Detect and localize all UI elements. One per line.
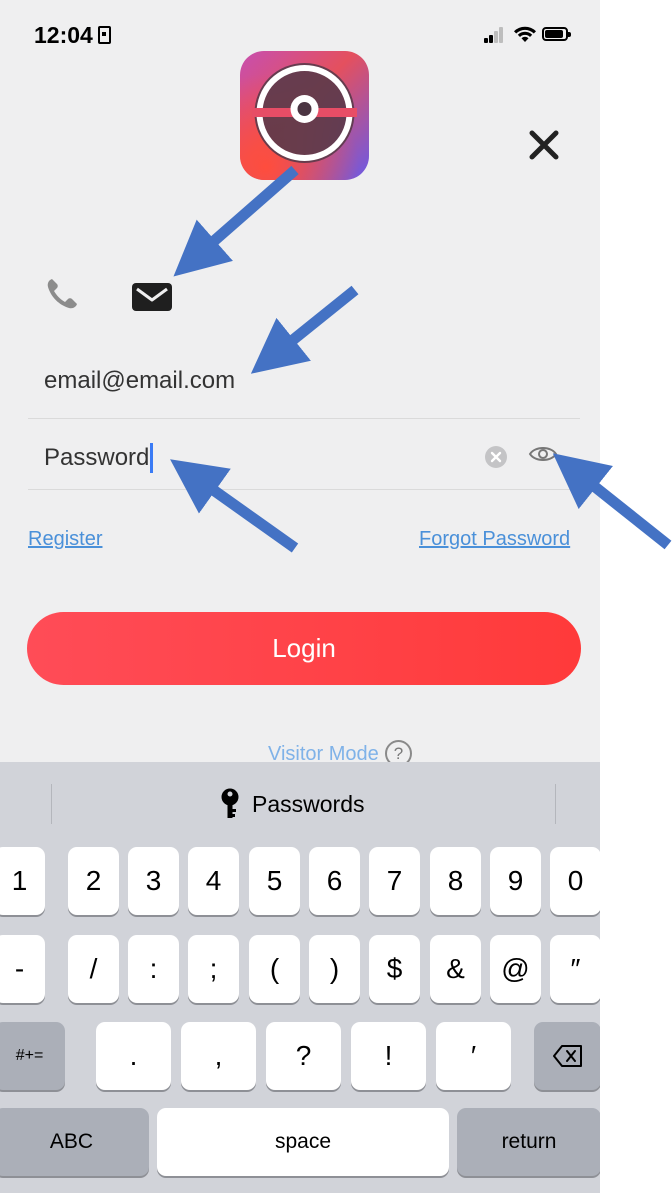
key-exclamation[interactable]: ! [351, 1022, 426, 1090]
backspace-key[interactable] [534, 1022, 600, 1090]
mail-icon[interactable] [131, 282, 173, 312]
key-2[interactable]: 2 [68, 847, 119, 915]
key-double-quote[interactable]: ″ [550, 935, 600, 1003]
key-question[interactable]: ? [266, 1022, 341, 1090]
register-link[interactable]: Register [28, 528, 102, 551]
key-hyphen[interactable]: - [0, 935, 45, 1003]
space-key[interactable]: space [157, 1108, 449, 1176]
key-7[interactable]: 7 [369, 847, 420, 915]
key-slash[interactable]: / [68, 935, 119, 1003]
keyboard: Passwords 1 2 3 4 5 6 7 8 9 0 - / : ; ( … [0, 762, 600, 1193]
key-5[interactable]: 5 [249, 847, 300, 915]
email-divider [28, 418, 580, 419]
forgot-password-link[interactable]: Forgot Password [419, 528, 570, 551]
key-symbols[interactable]: #+= [0, 1022, 65, 1090]
key-6[interactable]: 6 [309, 847, 360, 915]
sim-card-icon [98, 26, 111, 44]
password-divider [28, 489, 580, 490]
wifi-icon [514, 26, 536, 42]
text-caret [150, 443, 154, 473]
app-logo [240, 51, 369, 180]
key-9[interactable]: 9 [490, 847, 541, 915]
passwords-suggestion[interactable]: Passwords [220, 788, 364, 820]
key-colon[interactable]: : [128, 935, 179, 1003]
keyboard-separator [555, 784, 556, 824]
key-dollar[interactable]: $ [369, 935, 420, 1003]
key-close-paren[interactable]: ) [309, 935, 360, 1003]
key-semicolon[interactable]: ; [188, 935, 239, 1003]
key-4[interactable]: 4 [188, 847, 239, 915]
password-field[interactable]: Password [44, 440, 464, 476]
clear-icon[interactable] [485, 446, 507, 468]
key-comma[interactable]: , [181, 1022, 256, 1090]
abc-key[interactable]: ABC [0, 1108, 149, 1176]
key-ampersand[interactable]: & [430, 935, 481, 1003]
camera-lens-icon [252, 63, 357, 163]
key-at[interactable]: @ [490, 935, 541, 1003]
email-field[interactable]: email@email.com [44, 367, 564, 395]
key-0[interactable]: 0 [550, 847, 600, 915]
close-icon[interactable] [527, 128, 561, 162]
passwords-label: Passwords [252, 790, 365, 817]
return-key[interactable]: return [457, 1108, 600, 1176]
eye-icon[interactable] [528, 443, 558, 465]
key-1[interactable]: 1 [0, 847, 45, 915]
key-period[interactable]: . [96, 1022, 171, 1090]
key-open-paren[interactable]: ( [249, 935, 300, 1003]
key-icon [221, 788, 239, 818]
login-button[interactable]: Login [27, 612, 581, 685]
margin-area [600, 0, 672, 1193]
key-3[interactable]: 3 [128, 847, 179, 915]
signal-icon [484, 27, 504, 43]
key-apostrophe[interactable]: ′ [436, 1022, 511, 1090]
password-placeholder: Password [44, 444, 150, 471]
phone-icon[interactable] [44, 276, 80, 312]
battery-icon [542, 27, 571, 41]
phone-screen: 12:04 email@email.com Password Register … [0, 0, 600, 1193]
backspace-icon [552, 1045, 582, 1067]
keyboard-separator [51, 784, 52, 824]
status-time: 12:04 [34, 22, 93, 48]
key-8[interactable]: 8 [430, 847, 481, 915]
